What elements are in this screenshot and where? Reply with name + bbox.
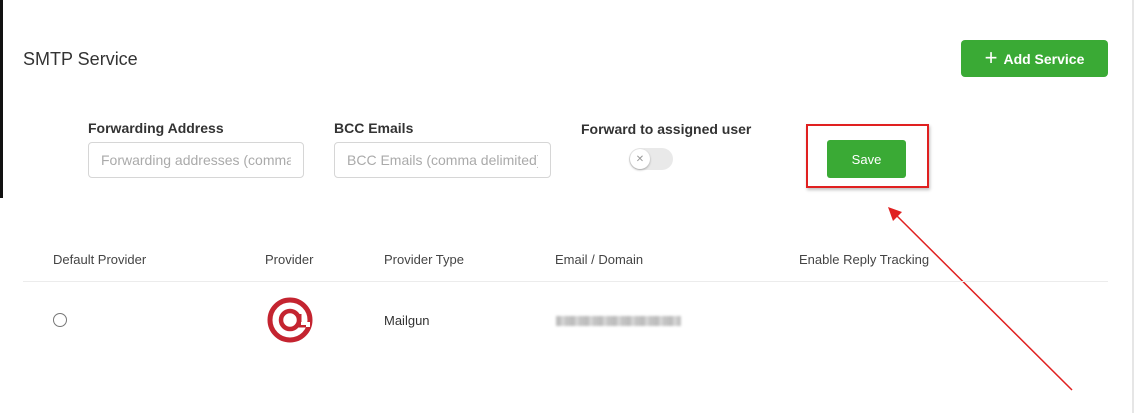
forward-to-assigned-user-toggle[interactable]: ✕ (629, 148, 673, 170)
mailgun-logo-icon (267, 297, 313, 343)
column-header-email-domain: Email / Domain (555, 252, 644, 267)
column-header-enable-reply-tracking: Enable Reply Tracking (799, 252, 930, 267)
save-button[interactable]: Save (827, 140, 906, 178)
plus-icon: + (984, 44, 998, 70)
column-header-provider: Provider (265, 252, 314, 267)
bcc-emails-input[interactable] (334, 142, 551, 178)
page-title: SMTP Service (23, 49, 138, 69)
forwarding-address-label: Forwarding Address (88, 120, 224, 136)
bcc-emails-label: BCC Emails (334, 120, 414, 136)
annotation-arrow (888, 207, 1073, 391)
column-header-provider-type: Provider Type (384, 252, 464, 267)
column-header-default-provider: Default Provider (53, 252, 147, 267)
forward-to-assigned-user-label: Forward to assigned user (581, 121, 752, 137)
left-edge-bar (0, 0, 3, 198)
add-service-label: Add Service (1003, 50, 1085, 67)
default-provider-radio[interactable] (53, 313, 67, 327)
add-service-button[interactable]: + Add Service (961, 40, 1108, 77)
table-header-divider (23, 281, 1108, 282)
email-domain-cell-blurred (556, 316, 681, 326)
close-icon: ✕ (630, 149, 650, 169)
forwarding-address-input[interactable] (88, 142, 304, 178)
provider-type-cell: Mailgun (384, 313, 430, 328)
